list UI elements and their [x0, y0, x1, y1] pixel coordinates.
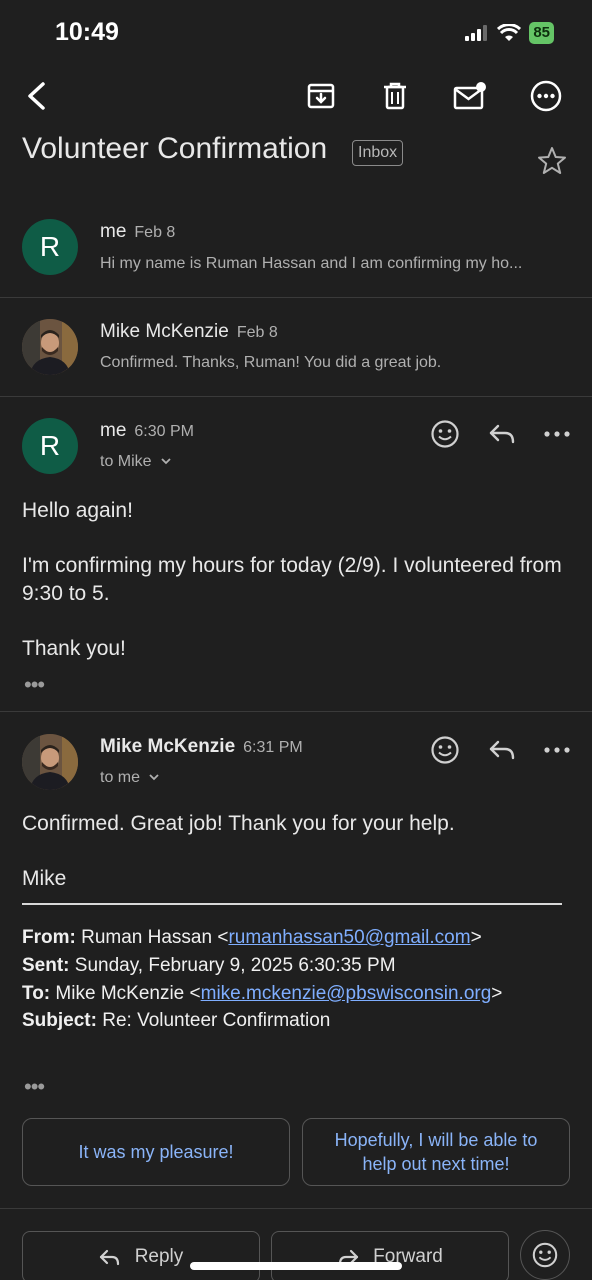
back-arrow-icon: [28, 82, 45, 110]
app-bar: [0, 66, 592, 126]
message-separator: [0, 396, 592, 397]
back-button[interactable]: [12, 72, 60, 120]
recipient-details-toggle[interactable]: to me: [100, 769, 160, 787]
sender-label: me: [100, 221, 127, 242]
thread-subject: Volunteer Confirmation: [22, 132, 328, 165]
recipient-text: to me: [100, 769, 141, 786]
archive-button[interactable]: [297, 72, 345, 120]
reply-button[interactable]: Reply: [22, 1231, 260, 1280]
show-trimmed-content-button[interactable]: •••: [24, 1074, 45, 1100]
trash-icon: [384, 82, 406, 110]
reply-icon[interactable]: [488, 738, 516, 762]
avatar: R: [22, 219, 78, 275]
sender-label: me: [100, 420, 127, 441]
quoted-sent-label: Sent:: [22, 955, 70, 976]
quoted-to-label: To:: [22, 983, 51, 1004]
bottom-separator: [0, 1208, 592, 1209]
signature-divider: [22, 903, 562, 905]
reply-icon: [99, 1249, 119, 1266]
reply-icon[interactable]: [488, 422, 516, 446]
delete-button[interactable]: [371, 72, 419, 120]
emoji-reaction-icon[interactable]: [430, 419, 460, 449]
avatar: R: [22, 418, 78, 474]
star-icon: [538, 147, 566, 174]
sender-name: me Feb 8: [100, 221, 175, 243]
message-snippet: Hi my name is Ruman Hassan and I am conf…: [100, 255, 523, 272]
reply-label: Reply: [134, 1246, 184, 1267]
emoji-icon: [532, 1242, 558, 1268]
quoted-from-name: Ruman Hassan <: [81, 927, 229, 948]
smart-reply-chip[interactable]: It was my pleasure!: [22, 1118, 290, 1186]
smart-reply-chip[interactable]: Hopefully, I will be able to help out ne…: [302, 1118, 570, 1186]
avatar: [22, 734, 78, 790]
home-indicator[interactable]: [190, 1262, 402, 1270]
quoted-subject-value: Re: Volunteer Confirmation: [102, 1010, 331, 1031]
sender-name: me 6:30 PM: [100, 420, 194, 442]
show-trimmed-content-button[interactable]: •••: [24, 672, 45, 698]
star-button[interactable]: [536, 145, 570, 179]
more-horizontal-icon[interactable]: [544, 429, 570, 439]
more-options-button[interactable]: [522, 72, 570, 120]
signal-icon: [465, 25, 488, 41]
sender-name: Mike McKenzie Feb 8: [100, 321, 278, 343]
message-collapsed-1[interactable]: R me Feb 8 Hi my name is Ruman Hassan and…: [0, 198, 592, 297]
email-link[interactable]: mike.mckenzie@pbswisconsin.org: [201, 983, 492, 1004]
quoted-sent-value: Sunday, February 9, 2025 6:30:35 PM: [74, 955, 396, 976]
recipient-text: to Mike: [100, 453, 152, 470]
emoji-reaction-icon[interactable]: [430, 735, 460, 765]
message-date: 6:31 PM: [243, 739, 303, 756]
message-body-line: I'm confirming my hours for today (2/9).…: [22, 554, 562, 605]
message-date: 6:30 PM: [134, 423, 194, 440]
recipient-details-toggle[interactable]: to Mike: [100, 453, 172, 471]
message-body-line: Confirmed. Great job! Thank you for your…: [22, 812, 455, 835]
message-actions: [430, 735, 570, 765]
inbox-label-chip[interactable]: Inbox: [352, 140, 404, 166]
wifi-icon: [497, 24, 522, 41]
message-body-line: Thank you!: [22, 637, 126, 660]
quoted-subject: Subject: Re: Volunteer Confirmation: [22, 1007, 330, 1035]
emoji-react-button[interactable]: [520, 1230, 570, 1280]
bracket: >: [491, 983, 503, 1004]
message-separator: [0, 711, 592, 712]
profile-photo-icon: [22, 319, 78, 375]
status-bar: 10:49 85: [0, 0, 592, 66]
status-time: 10:49: [55, 18, 119, 46]
chevron-down-icon: [149, 774, 160, 781]
message-body-line: Mike: [22, 867, 67, 890]
quoted-from-label: From:: [22, 927, 76, 948]
quoted-sent: Sent: Sunday, February 9, 2025 6:30:35 P…: [22, 952, 396, 980]
email-link[interactable]: rumanhassan50@gmail.com: [228, 927, 470, 948]
battery-indicator: 85: [529, 22, 554, 44]
chevron-down-icon: [161, 458, 171, 465]
sender-name: Mike McKenzie 6:31 PM: [100, 736, 303, 758]
message-actions: [430, 419, 570, 449]
avatar: [22, 319, 78, 375]
quoted-to: To: Mike McKenzie <mike.mckenzie@pbswisc…: [22, 980, 502, 1008]
message-date: Feb 8: [134, 224, 176, 241]
message-collapsed-2[interactable]: Mike McKenzie Feb 8 Confirmed. Thanks, Ru…: [0, 297, 592, 396]
forward-button[interactable]: Forward: [271, 1231, 509, 1280]
more-horizontal-circle-icon: [530, 80, 562, 112]
quoted-to-name: Mike McKenzie <: [55, 983, 201, 1004]
mark-unread-button[interactable]: [446, 72, 494, 120]
profile-photo-icon: [22, 734, 78, 790]
archive-icon: [307, 83, 335, 109]
sender-label: Mike McKenzie: [100, 736, 236, 757]
message-snippet: Confirmed. Thanks, Ruman! You did a grea…: [100, 354, 442, 371]
status-icons: 85: [465, 22, 554, 44]
mark-unread-icon: [453, 82, 486, 110]
bracket: >: [470, 927, 482, 948]
more-horizontal-icon[interactable]: [544, 745, 570, 755]
message-body-line: Hello again!: [22, 499, 133, 522]
sender-label: Mike McKenzie: [100, 321, 229, 342]
quoted-subject-label: Subject:: [22, 1010, 97, 1031]
quoted-from: From: Ruman Hassan <rumanhassan50@gmail.…: [22, 924, 482, 952]
message-date: Feb 8: [236, 324, 278, 341]
